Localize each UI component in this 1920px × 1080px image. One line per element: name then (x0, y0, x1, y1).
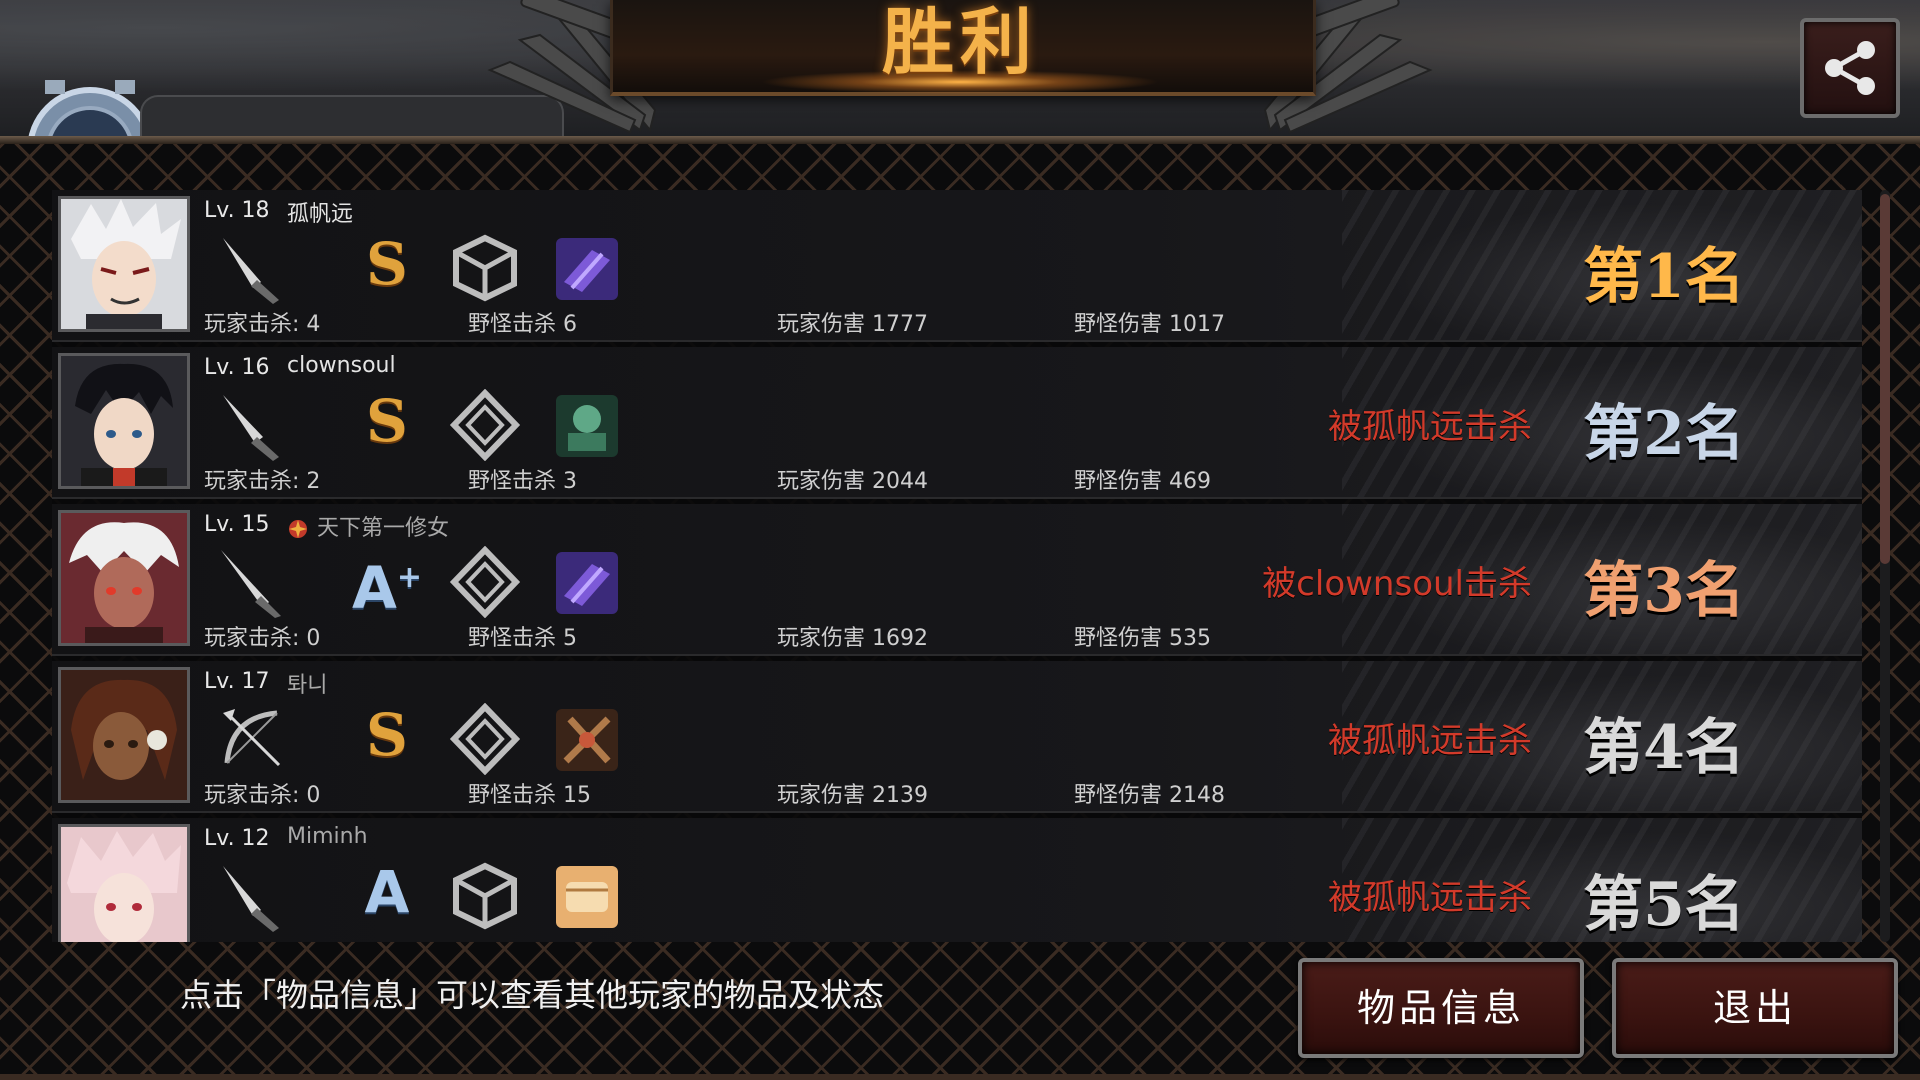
player-damage: 玩家伤害 2139 (777, 783, 928, 808)
monster-damage: 野怪伤害 1017 (1074, 312, 1225, 337)
guild-emblem-icon (289, 520, 307, 538)
armor-icon[interactable] (450, 232, 520, 304)
player-level: Lv. 18 (204, 198, 270, 223)
share-button[interactable] (1800, 18, 1900, 118)
knife-icon[interactable] (217, 860, 287, 932)
player-kills: 玩家击杀: 4 (204, 312, 321, 337)
grade-badge: S (366, 230, 408, 298)
result-row-5[interactable]: Lv. 12 Miminh A 被孤帆远击杀 第5名 (52, 818, 1862, 942)
dagger-icon[interactable] (217, 389, 287, 461)
item-icon[interactable] (552, 232, 622, 304)
player-name: 톼니 (287, 673, 328, 698)
result-row-1[interactable]: Lv. 18 孤帆远 S 玩家击杀: 4 野怪击杀 6 玩家伤害 1777 野怪… (52, 190, 1862, 342)
avatar[interactable] (58, 510, 190, 646)
item-info-button[interactable]: 物品信息 (1298, 958, 1584, 1058)
armor-icon[interactable] (450, 546, 520, 618)
item-icon[interactable] (552, 860, 622, 932)
item-icon[interactable] (552, 546, 622, 618)
monster-kills: 野怪击杀 6 (468, 312, 577, 337)
scroll-thumb[interactable] (1880, 194, 1890, 564)
player-name: 天下第一修女 (317, 516, 450, 541)
knife-icon[interactable] (217, 232, 287, 304)
player-level: Lv. 12 (204, 826, 270, 851)
rank-label: 第4名 (1583, 713, 1745, 783)
grade-badge: A+ (352, 553, 423, 622)
armor-icon[interactable] (450, 703, 520, 775)
player-kills: 玩家击杀: 0 (204, 626, 321, 651)
player-name: clownsoul (287, 353, 396, 378)
list-scrollbar[interactable] (1880, 190, 1890, 942)
top-divider (0, 136, 1920, 144)
avatar[interactable] (58, 824, 190, 942)
hint-text: 点击「物品信息」可以查看其他玩家的物品及状态 (180, 976, 885, 1014)
killed-by-label: 被孤帆远击杀 (1328, 878, 1532, 918)
player-name: 孤帆远 (287, 202, 354, 227)
monster-kills: 野怪击杀 15 (468, 783, 591, 808)
monster-kills: 野怪击杀 5 (468, 626, 577, 651)
rank-label: 第1名 (1583, 242, 1745, 312)
player-level: Lv. 17 (204, 669, 270, 694)
item-icon[interactable] (552, 703, 622, 775)
results-list[interactable]: Lv. 18 孤帆远 S 玩家击杀: 4 野怪击杀 6 玩家伤害 1777 野怪… (52, 190, 1862, 942)
player-level-badge (25, 80, 155, 140)
rank-label: 第3名 (1583, 556, 1745, 626)
armor-icon[interactable] (450, 389, 520, 461)
item-icon[interactable] (552, 389, 622, 461)
player-damage: 玩家伤害 1692 (777, 626, 928, 651)
rank-label: 第2名 (1583, 399, 1745, 469)
grade-badge: S (366, 387, 408, 455)
player-level: Lv. 16 (204, 355, 270, 380)
rank-label: 第5名 (1583, 870, 1745, 940)
player-damage: 玩家伤害 1777 (777, 312, 928, 337)
result-row-3[interactable]: Lv. 15 天下第一修女 A+ 玩家击杀: 0 野怪击杀 5 玩家伤害 169… (52, 504, 1862, 656)
player-kills: 玩家击杀: 0 (204, 783, 321, 808)
bottom-divider (0, 1074, 1920, 1080)
victory-title: 胜利 (881, 0, 1038, 84)
grade-badge: A (364, 858, 410, 926)
result-row-4[interactable]: Lv. 17 톼니 S 玩家击杀: 0 野怪击杀 15 玩家伤害 2139 野怪… (52, 661, 1862, 813)
killed-by-label: 被clownsoul击杀 (1262, 564, 1532, 604)
monster-damage: 野怪伤害 535 (1074, 626, 1211, 651)
avatar[interactable] (58, 667, 190, 803)
monster-damage: 野怪伤害 469 (1074, 469, 1211, 494)
avatar[interactable] (58, 353, 190, 489)
killed-by-label: 被孤帆远击杀 (1328, 407, 1532, 447)
player-damage: 玩家伤害 2044 (777, 469, 928, 494)
armor-icon[interactable] (450, 860, 520, 932)
result-row-2[interactable]: Lv. 16 clownsoul S 玩家击杀: 2 野怪击杀 3 玩家伤害 2… (52, 347, 1862, 499)
monster-kills: 野怪击杀 3 (468, 469, 577, 494)
share-icon (1825, 41, 1875, 95)
grade-badge: S (366, 701, 408, 769)
player-level: Lv. 15 (204, 512, 270, 537)
bow-icon[interactable] (217, 703, 287, 775)
exit-button[interactable]: 退出 (1612, 958, 1898, 1058)
monster-damage: 野怪伤害 2148 (1074, 783, 1225, 808)
avatar[interactable] (58, 196, 190, 332)
sword-icon[interactable] (217, 546, 287, 618)
player-name: Miminh (287, 824, 368, 849)
player-kills: 玩家击杀: 2 (204, 469, 321, 494)
killed-by-label: 被孤帆远击杀 (1328, 721, 1532, 761)
